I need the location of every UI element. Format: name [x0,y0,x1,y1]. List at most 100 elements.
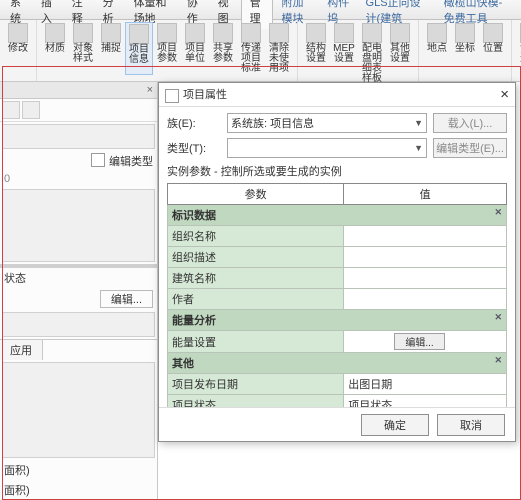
param-value[interactable] [344,268,507,289]
table-row: 组织描述 [168,247,507,268]
parameter-table: 参数 值 标识数据✕组织名称组织描述建筑名称作者能量分析✕能量设置 编辑... 其他… [167,183,507,407]
ribbon-button[interactable]: 修改 [4,22,32,55]
ribbon-icon [45,23,65,43]
table-row: 组织名称 [168,226,507,247]
param-name: 组织名称 [168,226,344,247]
param-value[interactable] [344,289,507,310]
family-label: 族(E): [167,115,221,131]
ribbon-button[interactable]: 材质 [41,22,69,75]
project-properties-dialog: 项目属性 × 族(E): 系统族: 项目信息▼ 载入(L)... 类型(T): … [158,82,516,442]
ribbon-button[interactable]: 地点 [423,22,451,55]
ribbon-icon [269,23,289,43]
area-label-1: 面积) [0,460,157,480]
panel-toolbar [0,99,157,122]
panel-close-row: × [0,82,157,99]
cancel-button[interactable]: 取消 [437,414,505,436]
prop-area-2 [2,312,155,337]
edit-btn[interactable]: 编辑... [100,290,153,308]
ribbon-button[interactable]: 传递项目标准 [237,22,265,75]
ribbon-icon [427,23,447,43]
param-name: 作者 [168,289,344,310]
ribbon-button[interactable]: 项目单位 [181,22,209,75]
table-row: 作者 [168,289,507,310]
status-label: 状态 [0,268,157,288]
type-selector[interactable] [2,124,155,149]
ribbon-button[interactable]: 位置 [479,22,507,55]
collapse-icon[interactable]: ✕ [494,355,502,366]
ribbon-icon [362,23,382,43]
param-value[interactable] [344,226,507,247]
param-value[interactable]: 出图日期 [344,374,507,395]
section-header[interactable]: 标识数据✕ [168,205,507,226]
table-row: 能量设置 编辑... [168,331,507,353]
ribbon-icon [390,23,410,43]
load-button[interactable]: 载入(L)... [433,113,507,133]
lower-panel [2,362,155,458]
param-value[interactable]: 编辑... [344,331,507,353]
tool-btn[interactable] [22,101,40,119]
property-list [2,189,155,261]
section-header[interactable]: 能量分析✕ [168,310,507,331]
ribbon-button[interactable]: 对象样式 [69,22,97,75]
ribbon-icon [306,23,326,43]
table-row: 项目状态项目状态 [168,395,507,408]
edit-cell-button[interactable]: 编辑... [394,333,444,350]
col-param: 参数 [168,184,344,205]
ribbon-icon [241,23,261,43]
tab-apply[interactable]: 应用 [0,340,43,360]
collapse-icon[interactable]: ✕ [494,312,502,323]
ribbon-icon [101,23,121,43]
col-value: 值 [344,184,507,205]
ribbon-button[interactable]: 配电盘明细表样板 [358,22,386,85]
ribbon-icon [157,23,177,43]
properties-panel: × 编辑类型 0 状态 编辑... 应用 面积) 面积) [0,82,158,500]
chevron-down-icon: ▼ [414,143,423,153]
area-label-2: 面积) [0,480,157,500]
param-name: 建筑名称 [168,268,344,289]
type-label: 类型(T): [167,140,221,156]
edit-type-label[interactable]: 编辑类型 [109,153,153,169]
tool-btn[interactable] [2,101,20,119]
param-name: 组织描述 [168,247,344,268]
ribbon-button[interactable]: 项目信息 [125,22,153,75]
ribbon-icon [129,24,149,44]
ribbon-button[interactable]: 项目参数 [153,22,181,75]
edit-type-icon[interactable] [91,153,105,167]
type-combo[interactable]: ▼ [227,138,427,158]
table-row: 建筑名称 [168,268,507,289]
ribbon-tabs: 系统插入注释分析体量和场地协作视图管理附加模块构件坞GLS正向设计(建筑橄榄山快… [0,0,521,20]
instance-hint: 实例参数 - 控制所选或要生成的实例 [167,163,507,179]
ribbon-button[interactable]: 捕捉 [97,22,125,75]
param-value[interactable] [344,247,507,268]
ribbon-button[interactable]: MEP设置 [330,22,358,85]
edit-type-button[interactable]: 编辑类型(E)... [433,138,507,158]
param-value[interactable]: 项目状态 [344,395,507,408]
ribbon-icon [73,23,93,43]
ribbon-icon [483,23,503,43]
ribbon-button[interactable]: 清除未使用项 [265,22,293,75]
ribbon-icon [213,23,233,43]
ribbon-icon [8,23,28,43]
family-value: 系统族: 项目信息 [231,115,314,131]
dialog-icon [165,89,179,103]
param-name: 能量设置 [168,331,344,353]
ok-button[interactable]: 确定 [361,414,429,436]
section-header[interactable]: 其他✕ [168,353,507,374]
table-row: 项目发布日期出图日期 [168,374,507,395]
close-icon[interactable]: × [500,86,509,103]
ribbon-button[interactable]: 结构设置 [302,22,330,85]
ribbon-body: 修改材质对象样式捕捉项目信息项目参数项目单位共享参数传递项目标准清除未使用项结构… [0,20,521,82]
ribbon-button[interactable]: 共享参数 [209,22,237,75]
ribbon-button[interactable]: 其他设置 [386,22,414,85]
ribbon-icon [334,23,354,43]
close-icon[interactable]: × [147,84,153,96]
ribbon-button[interactable]: 设计选项 [516,22,521,65]
collapse-icon[interactable]: ✕ [494,207,502,218]
param-name: 项目状态 [168,395,344,408]
dialog-title: 项目属性 [183,89,227,101]
ribbon-icon [455,23,475,43]
chevron-down-icon: ▼ [414,118,423,128]
ribbon-icon [185,23,205,43]
ribbon-button[interactable]: 坐标 [451,22,479,55]
family-combo[interactable]: 系统族: 项目信息 ▼ [227,113,427,133]
